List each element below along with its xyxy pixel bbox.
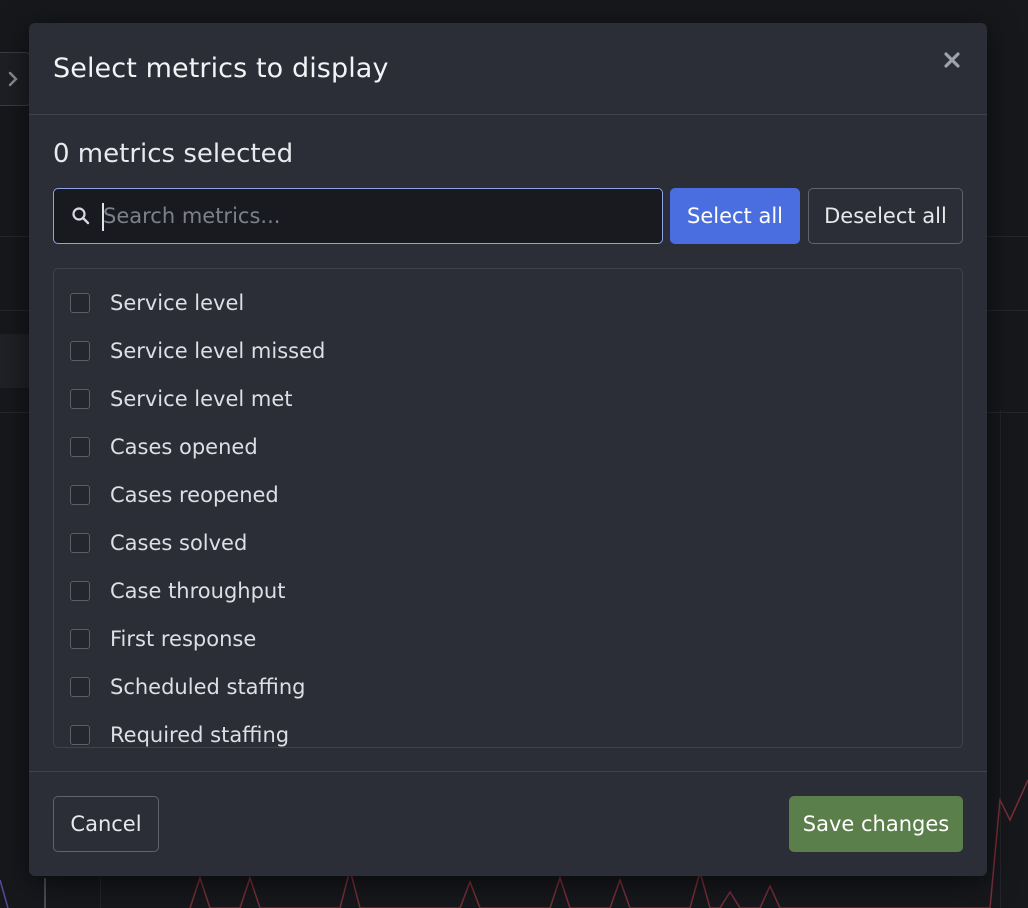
- metric-label: Required staffing: [110, 723, 290, 747]
- metric-item[interactable]: First response: [54, 615, 962, 663]
- metric-item[interactable]: Cases opened: [54, 423, 962, 471]
- metric-checkbox[interactable]: [70, 293, 90, 313]
- chevron-right-icon: [8, 71, 18, 87]
- metric-checkbox[interactable]: [70, 437, 90, 457]
- close-button[interactable]: [941, 49, 963, 71]
- metric-checkbox[interactable]: [70, 629, 90, 649]
- metric-item[interactable]: Service level met: [54, 375, 962, 423]
- text-caret: [102, 203, 104, 231]
- modal-title: Select metrics to display: [53, 53, 389, 84]
- close-icon: [944, 52, 960, 68]
- metric-item[interactable]: Cases reopened: [54, 471, 962, 519]
- modal-footer: Cancel Save changes: [29, 771, 987, 876]
- metric-checkbox[interactable]: [70, 389, 90, 409]
- metric-label: Service level: [110, 291, 245, 315]
- metric-list[interactable]: Service level Service level missed Servi…: [53, 268, 963, 748]
- metric-label: Case throughput: [110, 579, 286, 603]
- metric-item[interactable]: Case throughput: [54, 567, 962, 615]
- selected-count-label: 0 metrics selected: [53, 139, 294, 169]
- metric-label: Cases opened: [110, 435, 258, 459]
- metric-checkbox[interactable]: [70, 485, 90, 505]
- metric-label: Scheduled staffing: [110, 675, 306, 699]
- modal-body: 0 metrics selected Select all Deselect a…: [53, 115, 963, 772]
- save-changes-button[interactable]: Save changes: [789, 796, 963, 852]
- metric-label: Cases solved: [110, 531, 248, 555]
- metric-item[interactable]: Scheduled staffing: [54, 663, 962, 711]
- search-field[interactable]: [53, 188, 663, 244]
- metric-item[interactable]: Required staffing: [54, 711, 962, 747]
- metric-checkbox[interactable]: [70, 533, 90, 553]
- metric-item[interactable]: Service level missed: [54, 327, 962, 375]
- metric-checkbox[interactable]: [70, 341, 90, 361]
- metric-checkbox[interactable]: [70, 725, 90, 745]
- metric-label: Service level missed: [110, 339, 326, 363]
- search-input[interactable]: [103, 189, 662, 243]
- metric-label: Cases reopened: [110, 483, 279, 507]
- deselect-all-button[interactable]: Deselect all: [808, 188, 963, 244]
- cancel-button[interactable]: Cancel: [53, 796, 159, 852]
- metric-item[interactable]: Cases solved: [54, 519, 962, 567]
- select-all-button[interactable]: Select all: [670, 188, 800, 244]
- metric-label: First response: [110, 627, 257, 651]
- metrics-modal: Select metrics to display 0 metrics sele…: [29, 23, 987, 876]
- modal-header: Select metrics to display: [29, 23, 987, 115]
- metric-checkbox[interactable]: [70, 581, 90, 601]
- sidebar-toggle-button[interactable]: [0, 52, 30, 106]
- search-icon: [72, 207, 90, 225]
- metric-label: Service level met: [110, 387, 293, 411]
- metric-checkbox[interactable]: [70, 677, 90, 697]
- metric-item[interactable]: Service level: [54, 279, 962, 327]
